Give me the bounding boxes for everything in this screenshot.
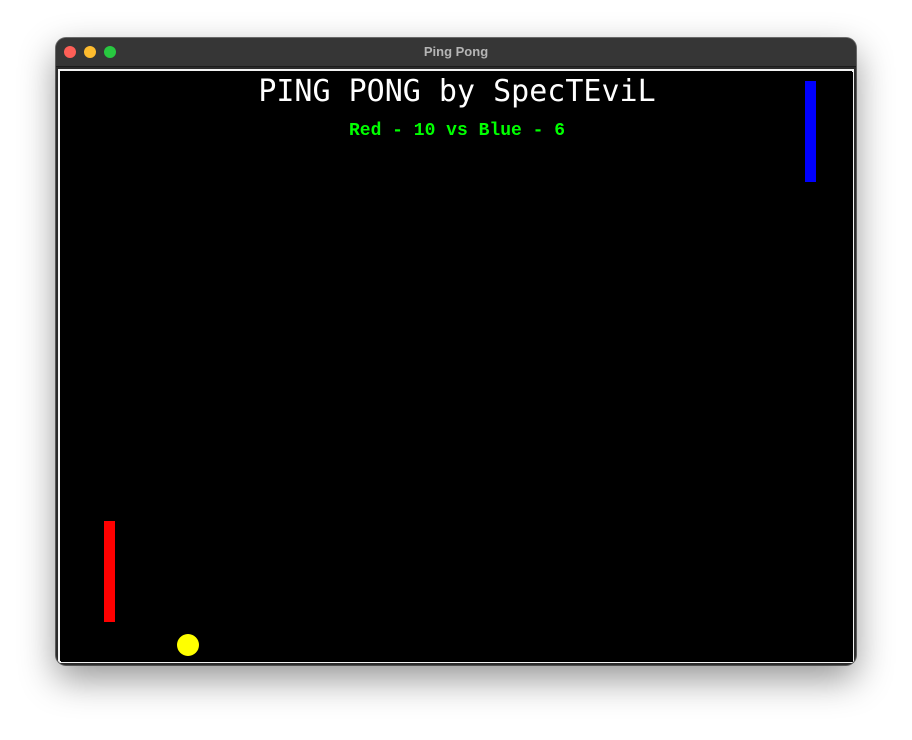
game-canvas[interactable]: PING PONG by SpecTEviL Red - 10 vs Blue … [61,72,853,662]
game-title: PING PONG by SpecTEviL [258,74,656,109]
window-title: Ping Pong [423,44,489,59]
scoreboard: Red - 10 vs Blue - 6 [348,121,566,141]
ball [177,634,199,656]
red-paddle [104,521,115,622]
blue-paddle [805,81,816,182]
game-canvas-frame: PING PONG by SpecTEviL Red - 10 vs Blue … [58,69,854,663]
game-window: Ping Pong PING PONG by SpecTEviL Red - 1… [56,38,856,665]
window-titlebar[interactable]: Ping Pong [56,38,856,67]
